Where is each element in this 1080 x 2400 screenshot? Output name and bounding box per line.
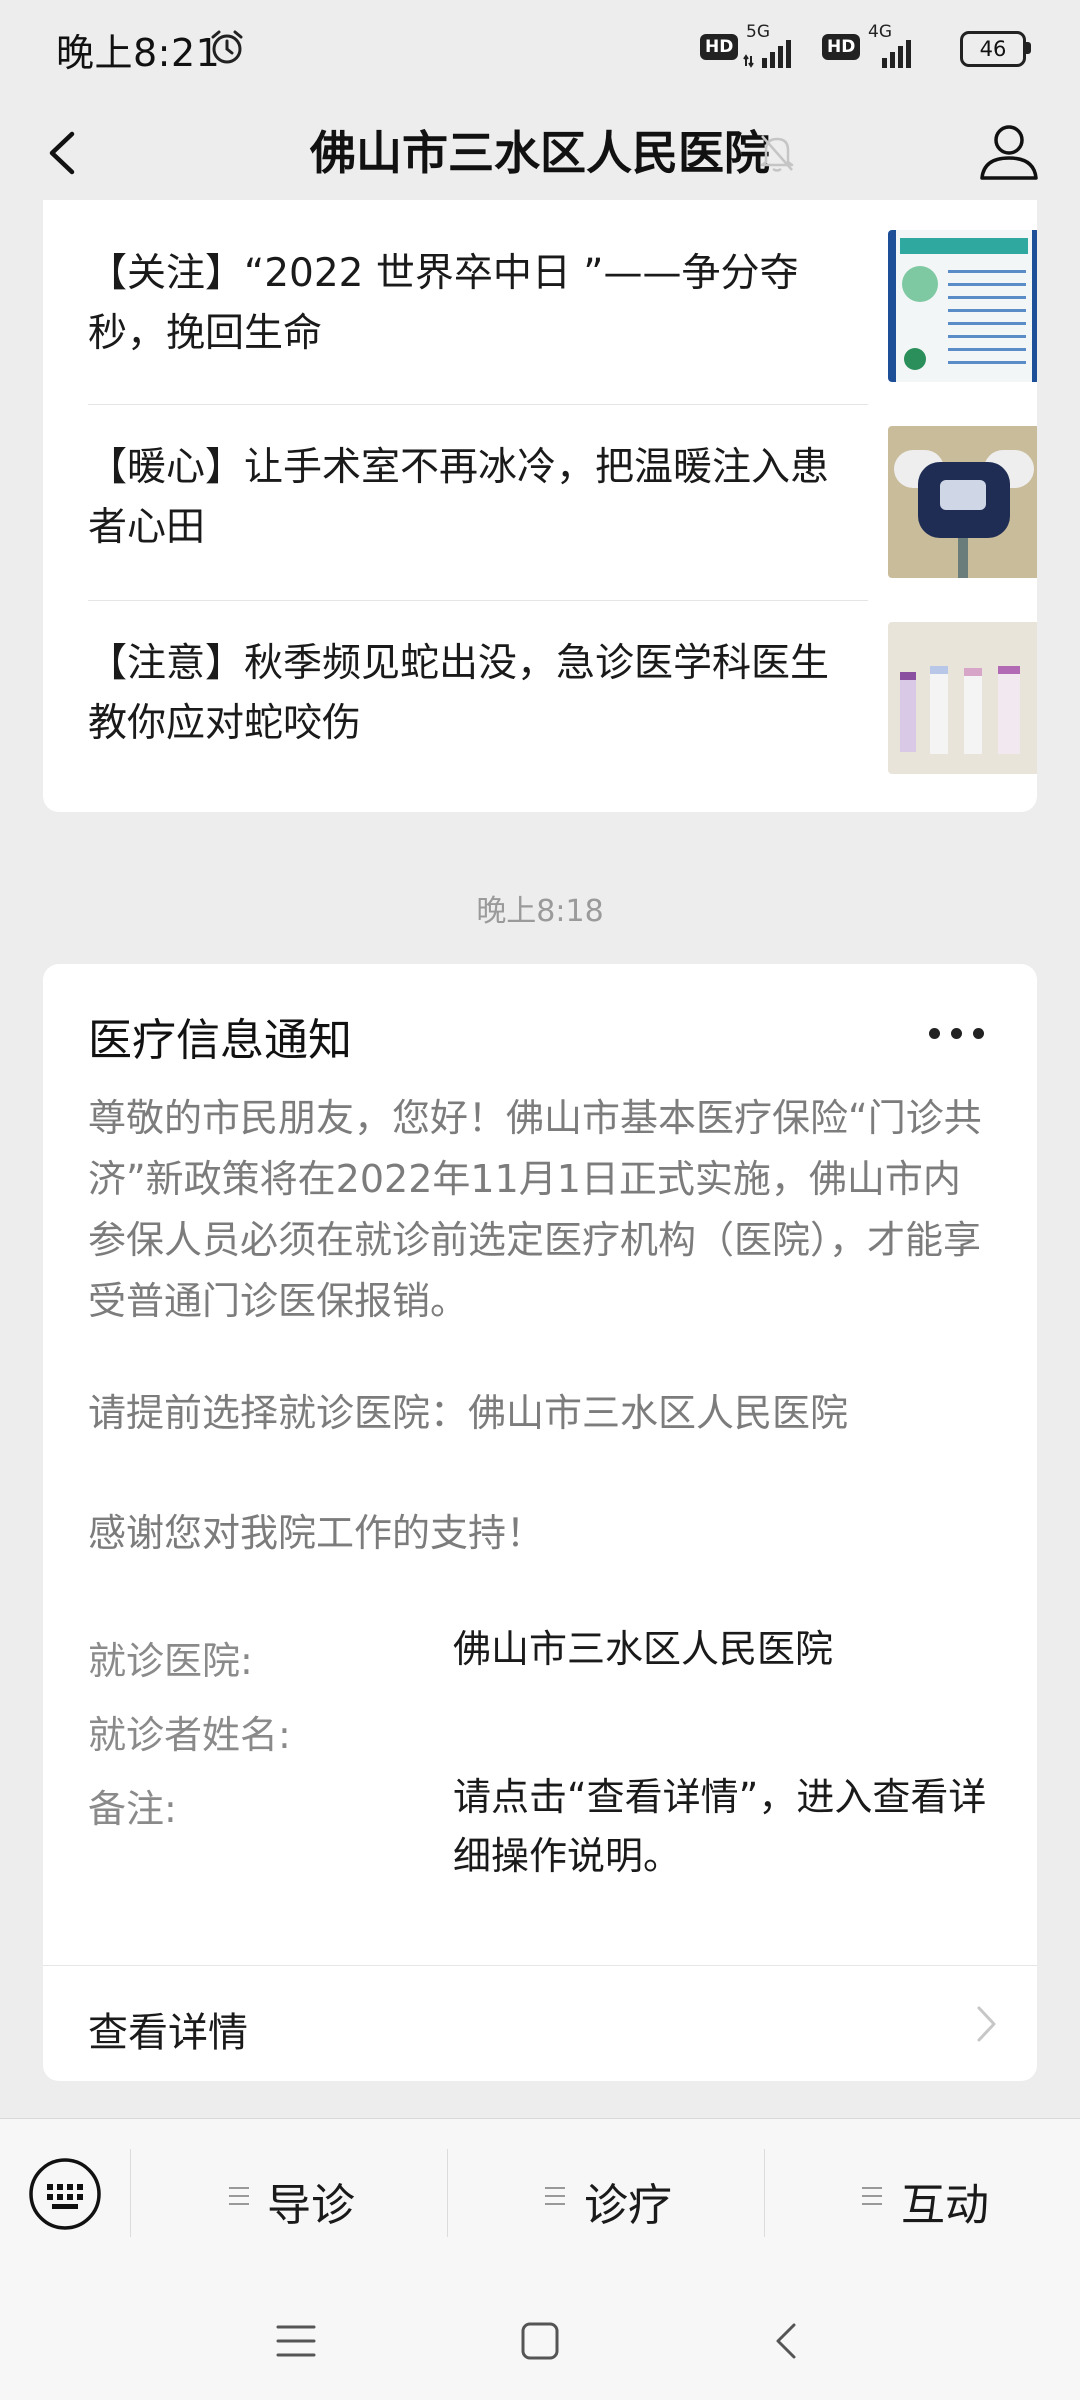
message-timestamp: 晚上8:18 (476, 894, 604, 929)
menu-label[interactable]: 诊疗 (584, 2169, 672, 2233)
field-label-patient-name: 就诊者姓名: (88, 1713, 291, 1757)
article-thumbnail-warmer-device[interactable] (888, 426, 1037, 578)
notice-title: 医疗信息通知 (88, 1015, 352, 1066)
more-dot (973, 1028, 984, 1039)
view-details-link[interactable]: 查看详情 (43, 1966, 1037, 2081)
more-dot (929, 1028, 940, 1039)
person-icon[interactable] (972, 116, 1046, 190)
battery-icon: 46 (960, 31, 1026, 67)
article-title[interactable]: 【暖心】让手术室不再冰冷，把温暖注入患者心田 (88, 438, 848, 558)
hd-badge: HD (700, 34, 739, 60)
article-item[interactable]: 【注意】秋季频见蛇出没，急诊医学科医生教你应对蛇咬伤 (88, 620, 1037, 812)
page-title: 佛山市三水区人民医院 (310, 126, 770, 180)
menu-item-interaction[interactable]: 互动 (765, 2119, 1080, 2284)
divider (88, 600, 868, 601)
chevron-right-icon (977, 2006, 996, 2042)
signal-icon (743, 40, 791, 68)
field-label-remark: 备注: (88, 1787, 177, 1831)
system-navigation-bar (0, 2283, 1080, 2400)
status-time: 晚上8:21 (56, 31, 221, 75)
keyboard-icon[interactable] (28, 2157, 102, 2231)
nav-bar: 佛山市三水区人民医院 (0, 96, 1080, 210)
menu-list-icon (229, 2187, 249, 2211)
view-details-label[interactable]: 查看详情 (88, 2000, 248, 2058)
notice-hospital-reminder: 请提前选择就诊医院：佛山市三水区人民医院 (88, 1391, 849, 1435)
bell-off-icon (760, 135, 794, 172)
article-title[interactable]: 【注意】秋季频见蛇出没，急诊医学科医生教你应对蛇咬伤 (88, 634, 848, 754)
notice-thanks: 感谢您对我院工作的支持！ (88, 1511, 545, 1555)
status-icons: HD 5G HD 4G 46 (700, 22, 1040, 72)
status-bar: 晚上8:21 HD 5G HD 4G 46 (0, 0, 1080, 96)
more-options-icon[interactable] (929, 1024, 989, 1044)
back-icon[interactable] (770, 2321, 800, 2361)
article-list-card: 【关注】“2022 世界卒中日 ”——争分夺秒，挽回生命 【暖心】让手术室不再冰… (43, 200, 1037, 812)
menu-list-icon (545, 2187, 565, 2211)
article-thumbnail-medicine-vials[interactable] (888, 622, 1037, 774)
divider (88, 404, 868, 405)
article-item[interactable]: 【关注】“2022 世界卒中日 ”——争分夺秒，挽回生命 (88, 228, 1037, 424)
field-label-hospital: 就诊医院: (88, 1639, 253, 1683)
article-item[interactable]: 【暖心】让手术室不再冰冷，把温暖注入患者心田 (88, 424, 1037, 620)
menu-label[interactable]: 导诊 (267, 2169, 355, 2233)
recent-apps-icon[interactable] (276, 2323, 316, 2359)
menu-label[interactable]: 互动 (901, 2169, 989, 2233)
menu-item-guide[interactable]: 导诊 (131, 2119, 447, 2284)
hd-badge-2: HD (822, 34, 861, 60)
signal-icon-2 (882, 40, 911, 68)
field-value-remark: 请点击“查看详情”，进入查看详细操作说明。 (453, 1775, 987, 1878)
menu-list-icon (862, 2187, 882, 2211)
notice-body: 尊敬的市民朋友，您好！佛山市基本医疗保险“门诊共济”新政策将在2022年11月1… (88, 1096, 982, 1323)
home-icon[interactable] (520, 2321, 560, 2361)
notice-card: 医疗信息通知 尊敬的市民朋友，您好！佛山市基本医疗保险“门诊共济”新政策将在20… (43, 964, 1037, 2081)
menu-item-treatment[interactable]: 诊疗 (448, 2119, 764, 2284)
article-title[interactable]: 【关注】“2022 世界卒中日 ”——争分夺秒，挽回生命 (88, 244, 848, 364)
battery-cap (1026, 42, 1031, 54)
article-thumbnail-stroke-poster[interactable] (888, 230, 1037, 382)
field-value-hospital: 佛山市三水区人民医院 (453, 1627, 834, 1671)
bottom-menu-bar: 导诊 诊疗 互动 (0, 2118, 1080, 2284)
battery-level: 46 (979, 37, 1007, 61)
alarm-clock-icon (211, 30, 243, 64)
more-dot (951, 1028, 962, 1039)
